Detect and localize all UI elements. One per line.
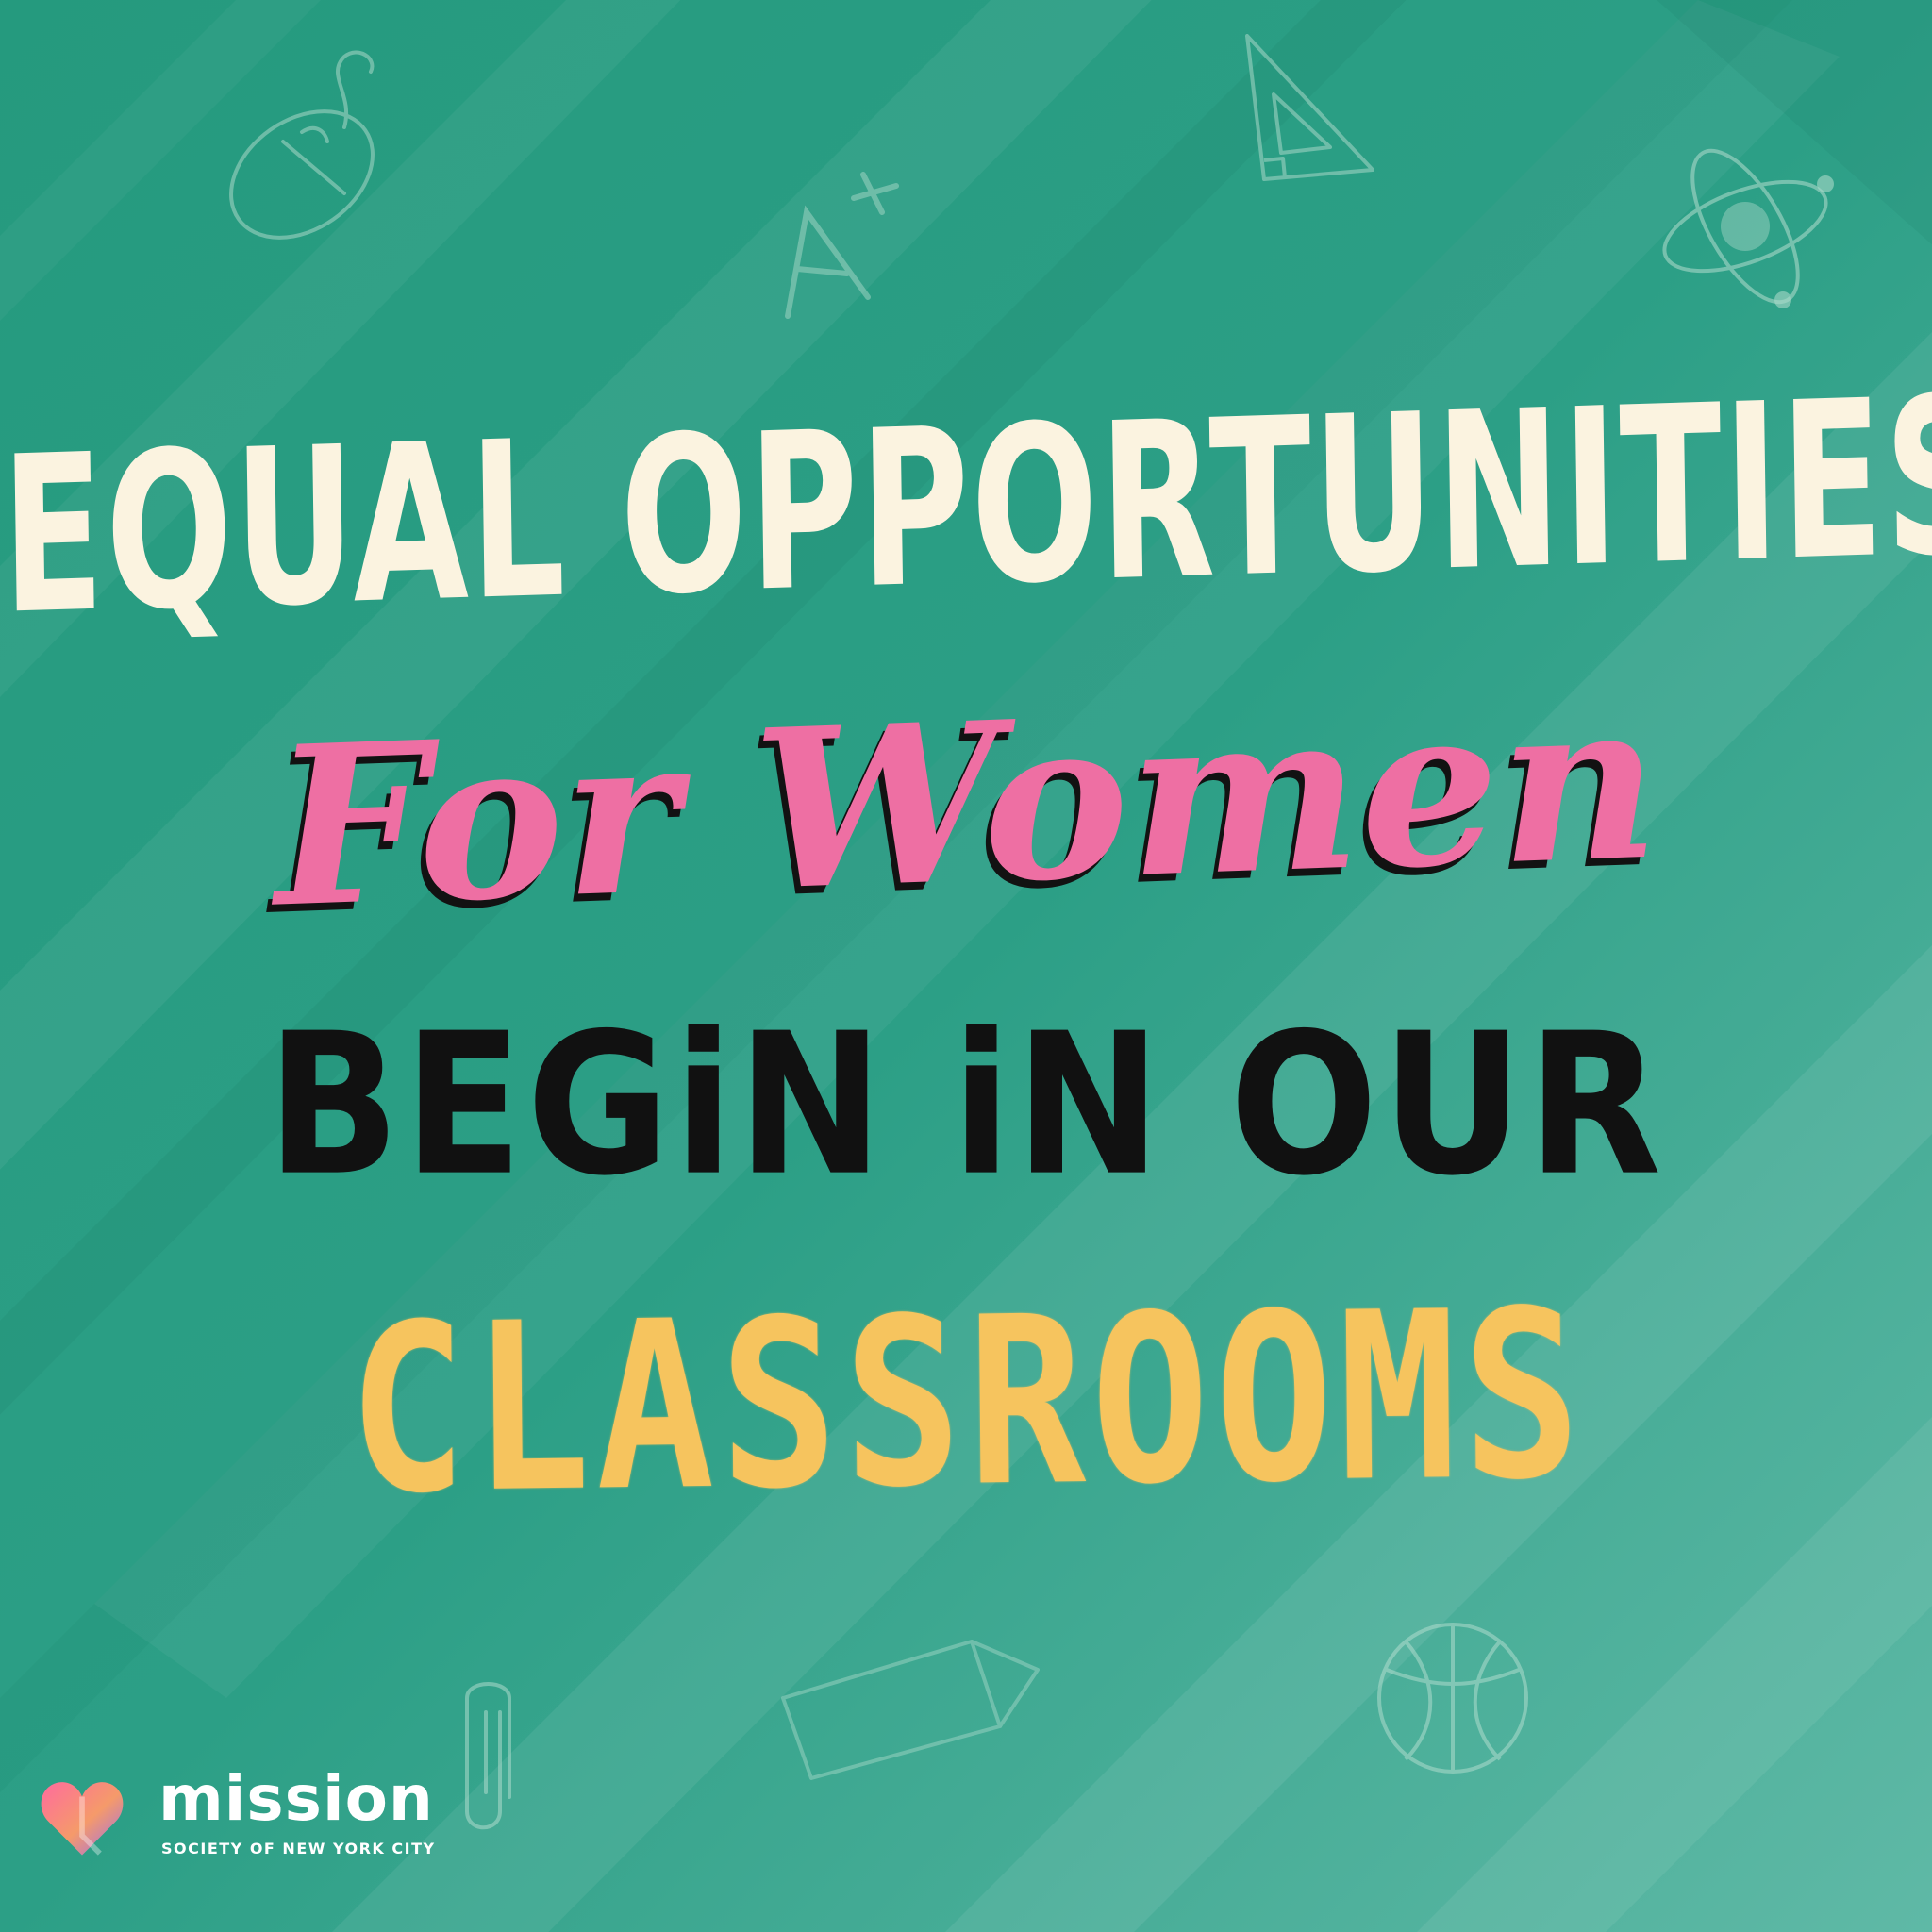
paper-clip-icon [443,1674,528,1840]
computer-mouse-icon [212,38,410,241]
heart-logo-icon [38,1774,126,1862]
mission-society-logo: mission SOCIETY OF NEW YORK CITY [38,1762,453,1870]
triangle-ruler-icon [1236,28,1387,198]
headline-line-classrooms: CLASSROOMS [346,1260,1588,1546]
chalkboard-poster: EQUAL OPPORTUNITIES For Women BEGiN iN O… [0,0,1932,1932]
atom-icon [1646,132,1844,321]
grade-mark [764,156,924,325]
headline-line-begin-in-our: BEGiN iN OUR [266,991,1666,1219]
pencil-icon [764,1613,1047,1783]
logo-wordmark: mission [158,1762,434,1835]
logo-tagline: SOCIETY OF NEW YORK CITY [161,1840,436,1857]
basketball-icon [1368,1613,1538,1783]
